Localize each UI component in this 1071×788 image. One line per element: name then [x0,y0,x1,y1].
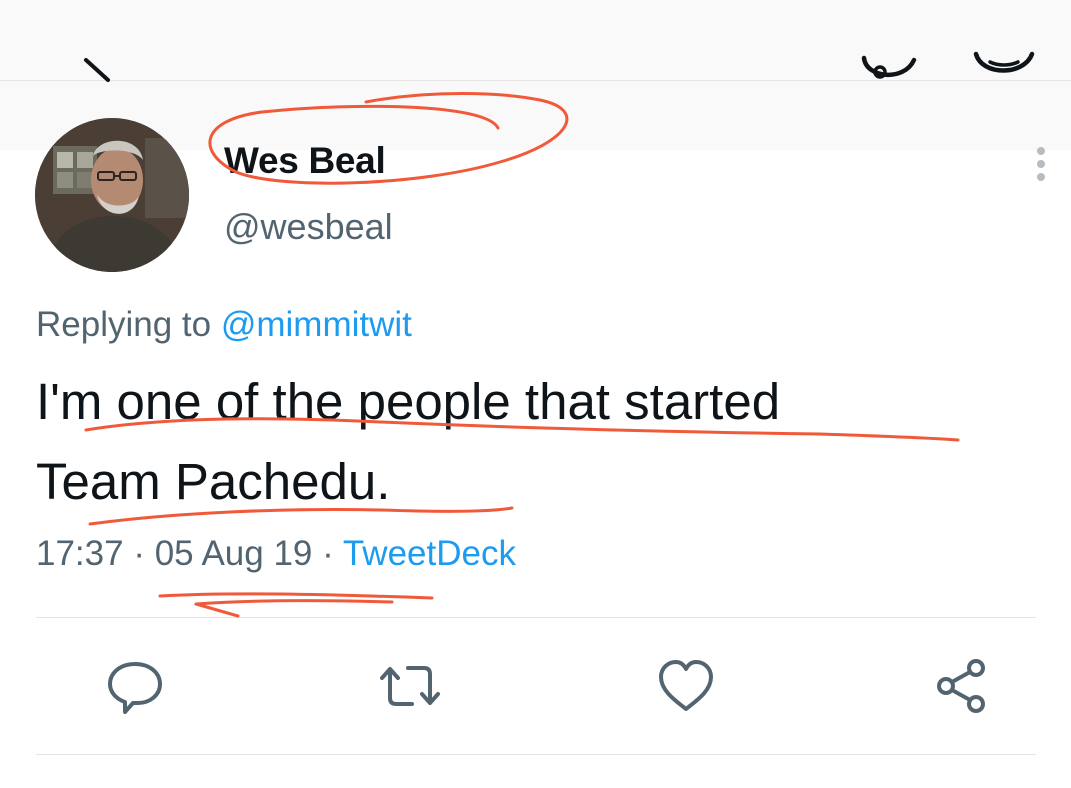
author-handle[interactable]: @wesbeal [224,206,393,248]
author-display-name[interactable]: Wes Beal [224,140,386,182]
heart-icon[interactable] [656,656,716,716]
tweet-time[interactable]: 17:37 [36,534,124,573]
tweet-text: I'm one of the people that started Team … [36,362,1016,522]
tweet-source[interactable]: TweetDeck [343,534,516,573]
actions-divider-bottom [36,754,1036,755]
reply-mention-link[interactable]: @mimmitwit [221,305,412,344]
at-icon[interactable] [858,44,922,84]
author-avatar[interactable] [35,118,189,272]
actions-divider-top [36,617,1036,618]
meta-separator: · [322,534,334,573]
retweet-icon[interactable] [380,656,440,716]
more-vertical-icon[interactable] [1034,146,1048,182]
reply-icon[interactable] [105,656,165,716]
share-icon[interactable] [932,656,992,716]
tweet-text-line-2: Team Pachedu. [36,453,391,510]
tweet-meta: 17:37 · 05 Aug 19 · TweetDeck [36,534,516,574]
emoji-icon[interactable] [968,44,1040,80]
back-arrow-icon[interactable] [70,50,140,110]
meta-separator: · [133,534,145,573]
replying-to-line: Replying to @mimmitwit [36,305,412,345]
replying-to-label: Replying to [36,305,212,344]
tweet-text-line-1: I'm one of the people that started [36,373,781,430]
tweet-date[interactable]: 05 Aug 19 [155,534,313,573]
